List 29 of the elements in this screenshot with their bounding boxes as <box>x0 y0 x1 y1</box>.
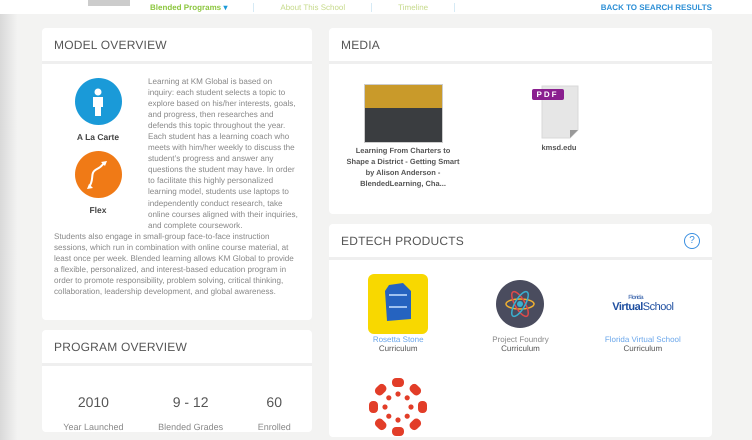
stat-label: Blended Grades <box>158 422 224 432</box>
model-description: Learning at KM Global is based on inquiry: each student selects a topic to explore based on his/her interests, goals, and progress, then researches and defends this topic throughout the year. Each student has a learning coach who meets with him/her weekly to discuss the student’s progress and answer any questions the student may have. In order to facilitate this highly personalized learning model, students use laptops to independently conduct research, take online courses aligned with their inquiries, and complete coursework. <box>148 76 299 231</box>
product-category: Curriculum <box>623 344 662 353</box>
card-title: MEDIA <box>341 38 380 52</box>
stat-value: 9 - 12 <box>172 394 208 410</box>
product-link[interactable]: Florida Virtual School <box>604 335 681 344</box>
product-name: Project Foundry <box>492 335 549 344</box>
card-title: EDTECH PRODUCTS <box>341 234 464 248</box>
card-title: MODEL OVERVIEW <box>54 38 167 52</box>
product-category: Curriculum <box>378 344 418 353</box>
stat-value: 60 <box>266 394 282 410</box>
product-category: Curriculum <box>501 344 540 353</box>
model-description: Students also engage in small-group face-to-face instruction sessions, which run in combination with online course material, at least once per week. Blended learning allows KM Global to provide a flexible, personalized, and interest-based education program in order to promote responsibility, problem solving, critical thinking, collaboration, leadership development, and global awareness. <box>54 230 295 297</box>
back-link[interactable]: BACK TO SEARCH RESULTS <box>600 2 712 12</box>
product-link[interactable]: Rosetta Stone <box>372 335 424 344</box>
photo-placeholder[interactable] <box>364 84 442 143</box>
stat-label: Enrolled <box>258 422 291 432</box>
stone-logo <box>368 274 428 334</box>
atom-logo <box>495 279 546 329</box>
stat-value: 2010 <box>78 394 109 410</box>
help-button[interactable]: ? <box>684 232 700 248</box>
model-name: A La Carte <box>76 132 120 144</box>
model-name: Flex <box>89 205 106 216</box>
stat-label: Year Launched <box>63 422 124 432</box>
logo-placeholder <box>88 0 130 6</box>
dotted-ring-logo <box>368 377 428 437</box>
nav-tab[interactable]: Blended Programs ▾ <box>150 2 254 12</box>
person-icon <box>91 88 105 116</box>
card-title: PROGRAM OVERVIEW <box>54 340 187 354</box>
